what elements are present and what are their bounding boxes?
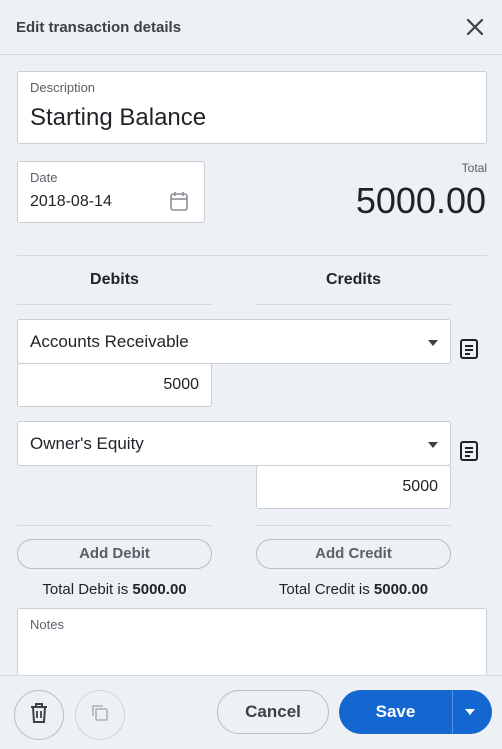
divider: [17, 255, 487, 256]
credits-underline: [256, 304, 451, 305]
total-debit-value: 5000.00: [132, 581, 187, 598]
account-select-2-value: Owner's Equity: [30, 433, 144, 453]
dialog-title: Edit transaction details: [16, 18, 182, 36]
duplicate-button[interactable]: [75, 690, 125, 740]
date-value: 2018-08-14: [30, 193, 112, 210]
description-value: Starting Balance: [30, 104, 207, 131]
description-field[interactable]: Description Starting Balance: [17, 71, 487, 144]
total-debit-text: Total Debit is 5000.00: [17, 581, 212, 598]
save-split-button: Save: [339, 690, 492, 734]
total-label: Total: [461, 161, 487, 175]
copy-icon: [90, 703, 110, 728]
debit-amount-1[interactable]: 5000: [17, 363, 212, 407]
date-field[interactable]: Date 2018-08-14: [17, 161, 205, 223]
total-value: 5000.00: [355, 180, 486, 221]
memo-icon[interactable]: [459, 440, 479, 462]
add-debit-button[interactable]: Add Debit: [17, 539, 212, 569]
trash-icon: [29, 702, 49, 729]
add-credit-button[interactable]: Add Credit: [256, 539, 451, 569]
dialog-header: Edit transaction details: [0, 0, 502, 55]
credits-header: Credits: [325, 271, 382, 288]
close-icon[interactable]: [464, 16, 486, 38]
total-credit-value: 5000.00: [373, 581, 429, 598]
debits-underline: [17, 304, 212, 305]
chevron-down-icon: [428, 340, 438, 346]
save-button[interactable]: Save: [339, 690, 452, 734]
account-select-1-value: Accounts Receivable: [30, 331, 189, 351]
credit-amount-2[interactable]: 5000: [256, 465, 451, 509]
total-credit-text: Total Credit is 5000.00: [256, 581, 451, 598]
memo-icon[interactable]: [459, 338, 479, 360]
chevron-down-icon: [428, 442, 438, 448]
footer-bar: Cancel Save: [0, 675, 502, 749]
divider: [256, 525, 451, 526]
date-label: Date: [30, 170, 58, 185]
account-select-2[interactable]: Owner's Equity: [17, 421, 451, 466]
divider: [17, 525, 212, 526]
debits-header: Debits: [90, 271, 139, 288]
delete-button[interactable]: [14, 690, 64, 740]
description-label: Description: [30, 80, 96, 95]
calendar-icon[interactable]: [170, 191, 188, 216]
notes-label: Notes: [30, 617, 64, 632]
cancel-button[interactable]: Cancel: [217, 690, 329, 734]
total-credit-prefix: Total Credit is: [278, 581, 374, 598]
account-select-1[interactable]: Accounts Receivable: [17, 319, 451, 364]
save-separator: [452, 690, 453, 734]
chevron-down-icon[interactable]: [465, 709, 475, 715]
total-debit-prefix: Total Debit is: [42, 581, 133, 598]
